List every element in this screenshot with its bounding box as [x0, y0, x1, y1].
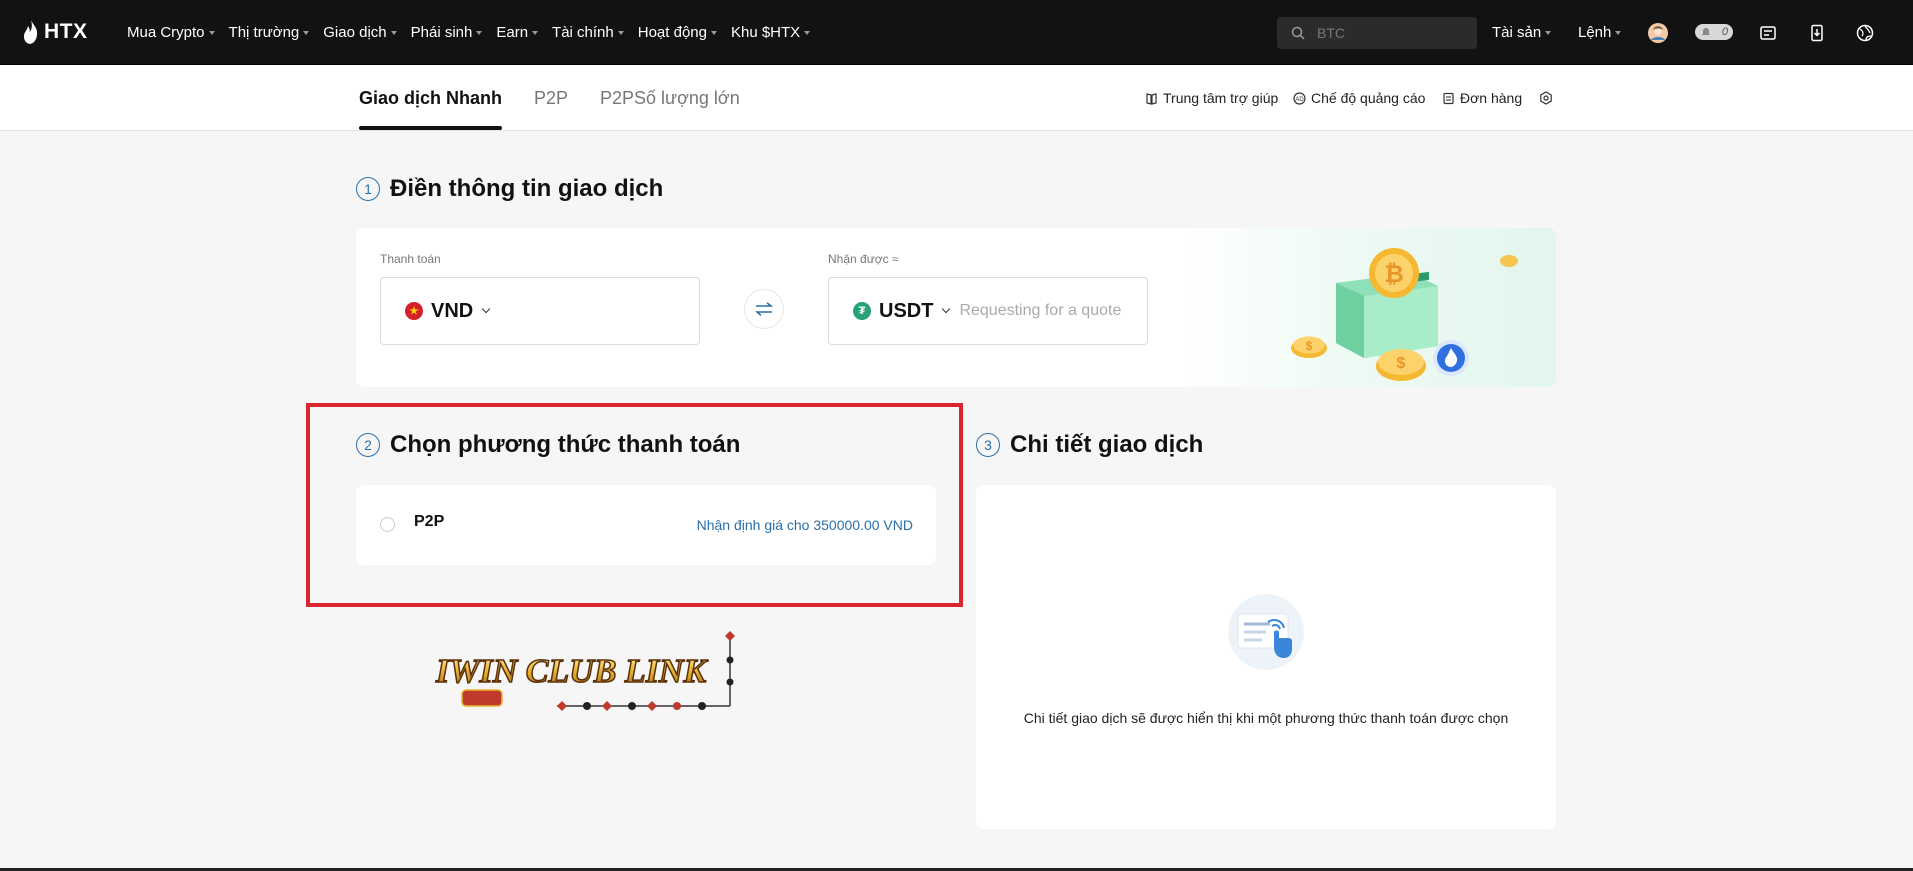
quote-placeholder: Requesting for a quote	[959, 302, 1122, 319]
search-input[interactable]	[1317, 25, 1447, 41]
chevron-down-icon	[303, 31, 310, 35]
watermark-text: IWIN CLUB LINK	[435, 653, 708, 690]
search-box[interactable]	[1277, 17, 1477, 49]
chevron-down-icon	[1545, 31, 1552, 35]
step-title: Chọn phương thức thanh toán	[390, 431, 741, 458]
step3-heading: 3 Chi tiết giao dịch	[976, 431, 1203, 459]
nav-buy-crypto[interactable]: Mua Crypto	[127, 24, 215, 41]
usdt-icon: ₮	[853, 302, 871, 320]
bitcoin-box-illustration: ₿ $ $	[1291, 248, 1518, 381]
pay-field[interactable]: ★ VND	[380, 277, 700, 345]
coin-illustration: ₿ $ $	[1176, 228, 1556, 387]
payment-method-radio[interactable]	[380, 517, 395, 532]
step-title: Điền thông tin giao dịch	[390, 175, 664, 202]
download-icon[interactable]	[1806, 22, 1828, 44]
chevron-down-icon	[481, 304, 491, 314]
message-icon[interactable]	[1757, 22, 1779, 44]
chevron-down-icon	[942, 304, 951, 314]
chevron-down-icon	[390, 31, 397, 35]
orders-link[interactable]: Đơn hàng	[1442, 65, 1522, 131]
gear-icon	[1540, 91, 1552, 105]
trade-details-card: Chi tiết giao dịch sẽ được hiển thị khi …	[976, 485, 1556, 829]
document-icon	[1443, 92, 1454, 104]
nav-finance[interactable]: Tài chính	[552, 24, 624, 41]
notification-badge[interactable]: 0	[1695, 24, 1733, 40]
tab-p2p-bulk[interactable]: P2PSố lượng lớn	[600, 65, 740, 131]
chevron-down-icon	[1615, 31, 1622, 35]
receive-field[interactable]: ₮ USDT Requesting for a quote	[828, 277, 1148, 345]
chevron-down-icon	[208, 31, 215, 35]
ad-icon: AD	[1293, 91, 1306, 105]
settings-link[interactable]	[1539, 65, 1553, 131]
step-number: 1	[356, 177, 380, 201]
assets-menu[interactable]: Tài sản	[1492, 0, 1552, 65]
chevron-down-icon	[617, 31, 624, 35]
empty-state-text: Chi tiết giao dịch sẽ được hiển thị khi …	[1023, 710, 1509, 726]
svg-text:$: $	[1306, 339, 1313, 353]
step-number: 3	[976, 433, 1000, 457]
orders-menu[interactable]: Lệnh	[1578, 0, 1622, 65]
chevron-down-icon	[710, 31, 717, 35]
step2-heading: 2 Chọn phương thức thanh toán	[356, 431, 740, 459]
sub-header: Giao dịch Nhanh P2P P2PSố lượng lớn Trun…	[0, 65, 1913, 131]
avatar[interactable]	[1647, 22, 1669, 44]
nav-earn[interactable]: Earn	[496, 24, 539, 41]
search-icon	[1291, 26, 1305, 40]
pay-currency-select[interactable]: ★ VND	[405, 300, 491, 323]
receive-currency-select[interactable]: ₮ USDT	[853, 300, 951, 323]
help-center-link[interactable]: Trung tâm trợ giúp	[1145, 65, 1278, 131]
nav-trade[interactable]: Giao dịch	[323, 24, 397, 41]
payment-method-option[interactable]: P2P Nhận định giá cho 350000.00 VND	[356, 485, 936, 565]
chevron-down-icon	[476, 31, 483, 35]
iwin-club-link-watermark: IWIN CLUB LINK	[434, 631, 735, 711]
notification-count: 0	[1721, 26, 1728, 38]
htx-logo[interactable]: HTX	[22, 18, 88, 46]
bell-icon	[1702, 28, 1710, 35]
step1-heading: 1 Điền thông tin giao dịch	[356, 175, 663, 203]
chevron-down-icon	[804, 31, 811, 35]
swap-arrows-icon	[755, 302, 773, 316]
step-number: 2	[356, 433, 380, 457]
pay-label: Thanh toán	[380, 252, 441, 266]
svg-text:$: $	[1397, 355, 1406, 372]
active-tab-indicator	[359, 126, 502, 130]
language-globe-icon[interactable]	[1854, 22, 1876, 44]
top-navigation-bar: HTX Mua Crypto Thị trường Giao dịch Phái…	[0, 0, 1913, 65]
ad-mode-link[interactable]: AD Chế độ quảng cáo	[1293, 65, 1425, 131]
logo-text: HTX	[44, 20, 88, 43]
main-nav: Mua Crypto Thị trường Giao dịch Phái sin…	[127, 0, 811, 65]
nav-activities[interactable]: Hoạt động	[638, 24, 717, 41]
payment-method-quote: Nhận định giá cho 350000.00 VND	[696, 517, 913, 533]
flame-icon	[23, 20, 38, 44]
nav-markets[interactable]: Thị trường	[229, 24, 310, 41]
chevron-down-icon	[532, 31, 539, 35]
svg-text:₿: ₿	[1384, 261, 1404, 288]
swap-button[interactable]	[744, 289, 784, 329]
payment-method-name: P2P	[414, 513, 445, 530]
nav-htx-zone[interactable]: Khu $HTX	[731, 24, 811, 41]
tab-p2p[interactable]: P2P	[534, 65, 568, 131]
receive-label: Nhận được ≈	[828, 252, 899, 266]
step-title: Chi tiết giao dịch	[1010, 431, 1204, 458]
svg-text:AD: AD	[1295, 96, 1304, 102]
nav-derivatives[interactable]: Phái sinh	[411, 24, 483, 41]
book-icon	[1146, 92, 1157, 105]
tab-quick-trade[interactable]: Giao dịch Nhanh	[359, 65, 502, 131]
vietnam-flag-icon: ★	[405, 302, 423, 320]
select-hint-icon	[1228, 594, 1304, 670]
